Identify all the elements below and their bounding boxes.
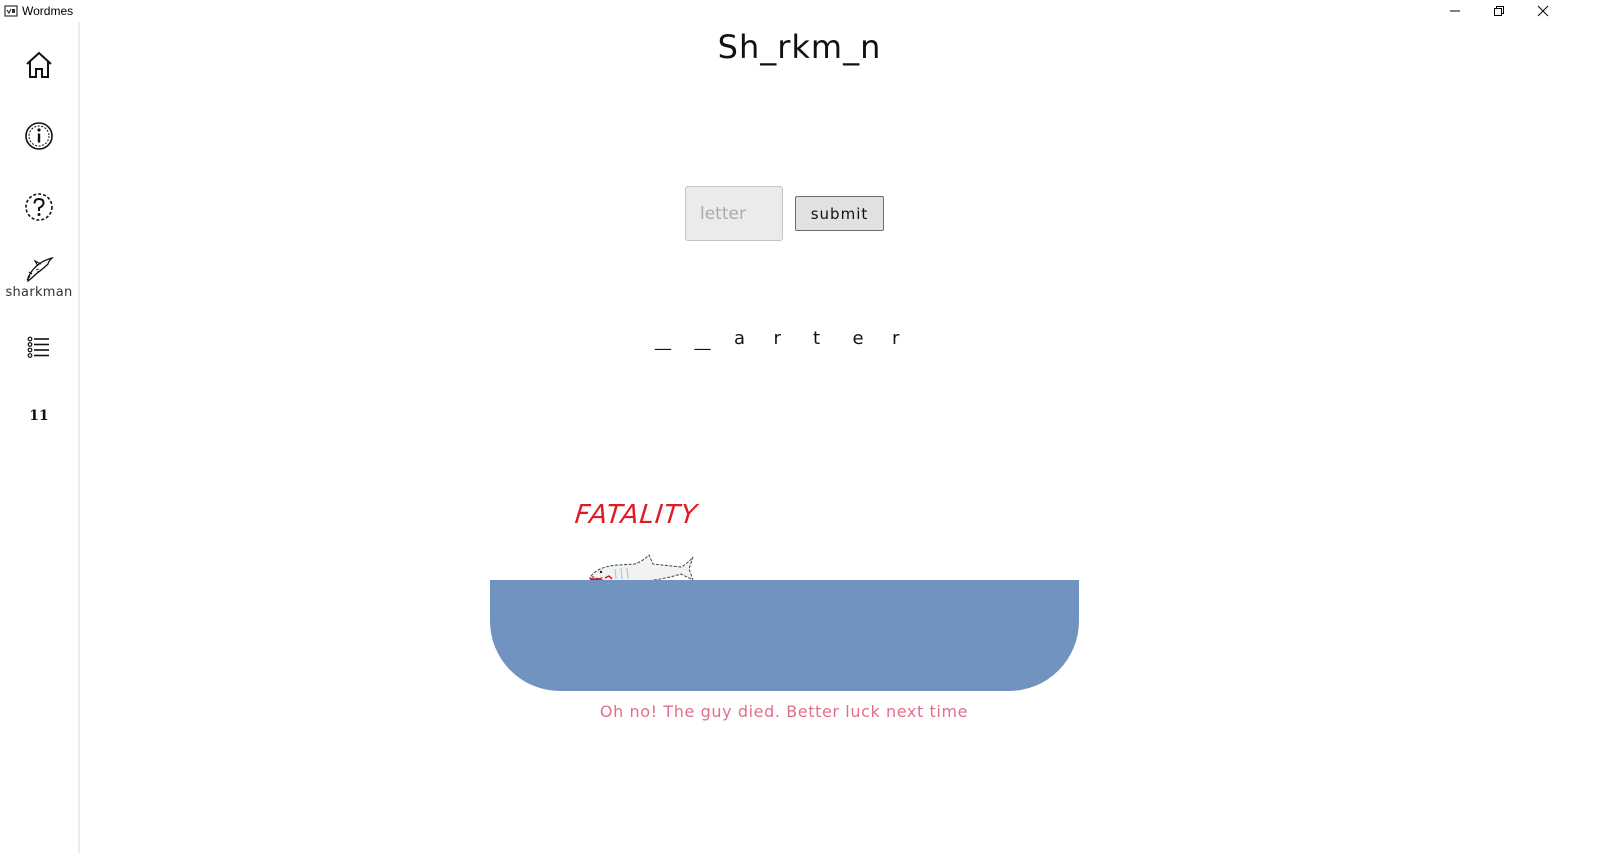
sidebar-item-eleven[interactable]: 11 <box>0 408 78 424</box>
water-pool <box>490 580 1079 691</box>
word-slot: t <box>813 328 821 349</box>
shark-icon <box>26 256 54 283</box>
minimize-button[interactable] <box>1432 0 1478 22</box>
letter-input[interactable] <box>685 186 783 241</box>
sidebar-item-info[interactable] <box>0 121 78 151</box>
game-over-message: Oh no! The guy died. Better luck next ti… <box>599 702 969 721</box>
minimize-icon <box>1450 10 1460 12</box>
sidebar-item-sharkman[interactable]: sharkman <box>0 254 78 300</box>
close-icon <box>1537 5 1549 17</box>
word-display: __ __ a r t e r <box>655 328 932 350</box>
eleven-badge: 11 <box>29 408 49 424</box>
word-slot: __ <box>694 331 711 350</box>
question-icon <box>25 193 53 221</box>
list-icon <box>27 336 49 358</box>
word-slot: e <box>852 328 864 349</box>
fatality-text: FATALITY <box>573 500 700 530</box>
page-title: Sh_rkm_n <box>717 28 882 66</box>
restore-icon <box>1494 6 1504 16</box>
sidebar: sharkman 11 <box>0 22 80 853</box>
word-slot: r <box>892 328 900 349</box>
restore-button[interactable] <box>1476 0 1522 22</box>
close-button[interactable] <box>1520 0 1566 22</box>
title-bar: Wordmes <box>0 0 1599 22</box>
word-slot: r <box>773 328 781 349</box>
info-icon <box>25 122 53 150</box>
sidebar-item-label: sharkman <box>5 285 73 300</box>
word-slot: __ <box>655 331 671 350</box>
window-title: Wordmes <box>22 4 74 18</box>
sidebar-item-list[interactable] <box>0 332 78 362</box>
word-slot: a <box>734 328 746 349</box>
submit-button[interactable]: submit <box>795 196 884 231</box>
app-icon <box>4 5 18 17</box>
sidebar-item-help[interactable] <box>0 192 78 222</box>
